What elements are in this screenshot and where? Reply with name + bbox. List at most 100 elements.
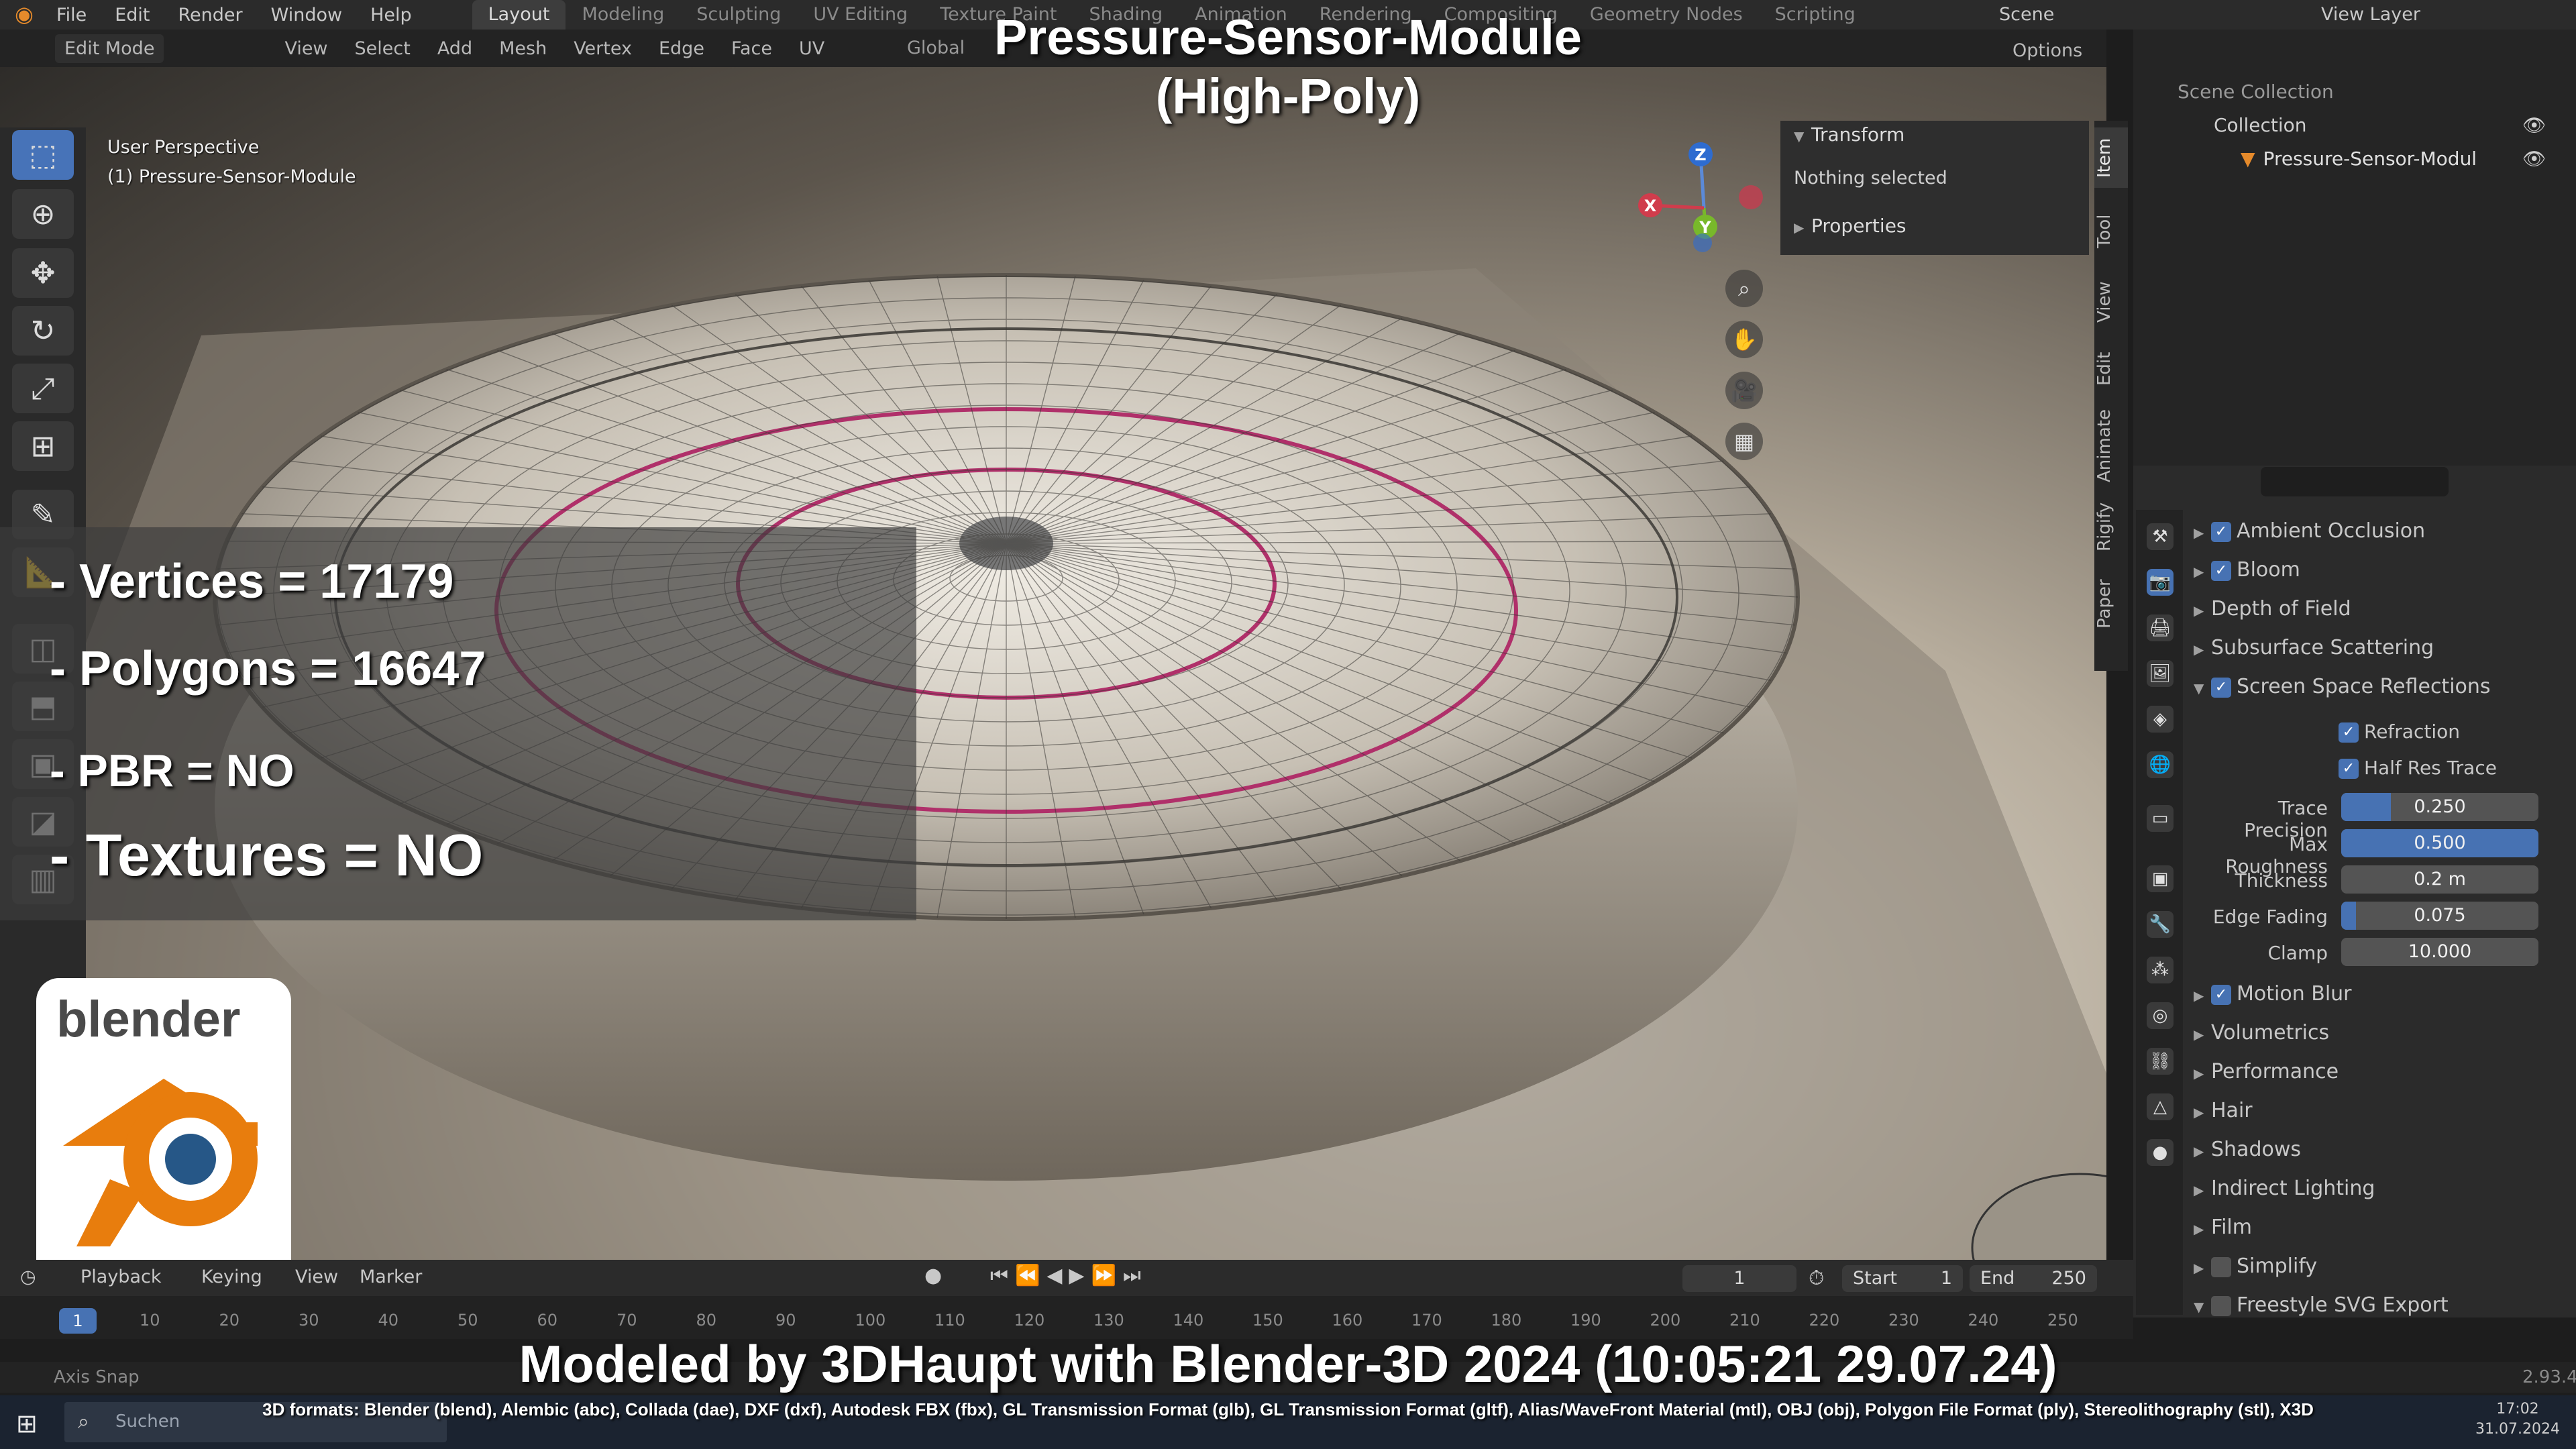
field-thickness[interactable]: 0.2 m: [2341, 865, 2538, 894]
end-frame-field[interactable]: End 250: [1970, 1265, 2097, 1292]
start-frame-field[interactable]: Start 1: [1842, 1265, 1963, 1292]
panel-film[interactable]: ▶ Film: [2194, 1216, 2252, 1239]
select-box-tool-icon[interactable]: ⬚: [12, 130, 74, 180]
properties-search-input[interactable]: [2261, 467, 2449, 496]
collapsed-arrow-icon: ▶: [2194, 602, 2204, 619]
transform-tool-icon[interactable]: ⊞: [12, 421, 74, 471]
panel-hair[interactable]: ▶ Hair: [2194, 1099, 2253, 1122]
object-item[interactable]: ▼ Pressure-Sensor-Modul: [2241, 148, 2477, 170]
sidebar-tab-item[interactable]: Item: [2094, 127, 2128, 188]
field-clamp[interactable]: 10.000: [2341, 938, 2538, 966]
pan-hand-icon[interactable]: ✋: [1725, 321, 1763, 358]
zoom-icon[interactable]: ⌕: [1725, 270, 1763, 307]
clock-icon[interactable]: ⏱: [1809, 1267, 1824, 1290]
move-tool-icon[interactable]: ✥: [12, 248, 74, 298]
collection-item[interactable]: Collection: [2214, 114, 2307, 136]
collapsed-arrow-icon: ▶: [2194, 1221, 2204, 1237]
sidebar-tab-paper[interactable]: Paper: [2094, 570, 2128, 637]
stat-textures: - Textures = NO: [50, 822, 484, 888]
panel-shadows[interactable]: ▶ Shadows: [2194, 1138, 2301, 1161]
timeline-tick: 190: [1570, 1311, 1601, 1330]
panel-checkbox[interactable]: ✓: [2211, 984, 2231, 1005]
panel-simplify[interactable]: ▶ Simplify: [2194, 1254, 2317, 1278]
field-trace-precision[interactable]: 0.250: [2341, 793, 2538, 821]
object-tab-icon[interactable]: ▣: [2147, 865, 2174, 892]
tool-tab-icon[interactable]: ⚒: [2147, 523, 2174, 550]
field-edge-fading[interactable]: 0.075: [2341, 902, 2538, 930]
panel-bloom[interactable]: ▶ ✓ Bloom: [2194, 558, 2300, 582]
view-layer-tab-icon[interactable]: 🖼: [2147, 660, 2174, 687]
properties-panel-header[interactable]: ▶ Properties: [1794, 215, 1907, 237]
navigation-gizmo[interactable]: Z Y X: [1637, 141, 1771, 275]
timeline-tick: 200: [1650, 1311, 1681, 1330]
option-checkbox[interactable]: ✓: [2339, 722, 2359, 743]
modifier-tab-icon[interactable]: 🔧: [2147, 911, 2174, 938]
material-tab-icon[interactable]: ●: [2147, 1139, 2174, 1166]
end-label: End: [1980, 1268, 2015, 1289]
panel-performance[interactable]: ▶ Performance: [2194, 1060, 2339, 1083]
timeline-tick: 20: [219, 1311, 240, 1330]
panel-depth-of-field[interactable]: ▶ Depth of Field: [2194, 597, 2351, 621]
option-half-res-trace[interactable]: ✓ Half Res Trace: [2339, 757, 2497, 779]
cursor-tool-icon[interactable]: ⊕: [12, 189, 74, 239]
playback-controls-icon[interactable]: ⏮⏪◀▶⏩⏭: [990, 1264, 1148, 1287]
collapsed-arrow-icon: ▶: [2194, 525, 2204, 541]
timeline-tick: 180: [1491, 1311, 1522, 1330]
data-tab-icon[interactable]: △: [2147, 1093, 2174, 1120]
sidebar-tab-view[interactable]: View: [2094, 275, 2128, 329]
current-frame-field[interactable]: 1: [1682, 1265, 1796, 1292]
editor-type-icon[interactable]: ◷: [20, 1267, 36, 1287]
physics-tab-icon[interactable]: ◎: [2147, 1002, 2174, 1029]
sidebar-tab-rigify[interactable]: Rigify: [2094, 496, 2128, 557]
field-value: 0.250: [2414, 796, 2466, 817]
sidebar-tab-tool[interactable]: Tool: [2094, 201, 2128, 262]
scale-tool-icon[interactable]: ⤢: [12, 364, 74, 413]
panel-checkbox[interactable]: ✓: [2211, 677, 2231, 698]
option-refraction[interactable]: ✓ Refraction: [2339, 720, 2460, 743]
option-checkbox[interactable]: ✓: [2339, 759, 2359, 779]
field-max-roughness[interactable]: 0.500: [2341, 829, 2538, 857]
timeline-view-menu[interactable]: View: [295, 1267, 338, 1287]
panel-checkbox[interactable]: ✓: [2211, 521, 2231, 542]
panel-indirect-lighting[interactable]: ▶ Indirect Lighting: [2194, 1177, 2375, 1200]
particles-tab-icon[interactable]: ⁂: [2147, 957, 2174, 983]
field-label: Edge Fading: [2212, 906, 2328, 928]
sidebar-tab-animate[interactable]: Animate: [2094, 409, 2128, 483]
panel-checkbox[interactable]: ✓: [2211, 560, 2231, 581]
collapsed-arrow-icon: ▶: [2194, 987, 2204, 1004]
collapsed-arrow-icon: ▶: [2194, 1104, 2204, 1120]
collection-tab-icon[interactable]: ▭: [2147, 805, 2174, 832]
panel-volumetrics[interactable]: ▶ Volumetrics: [2194, 1021, 2329, 1044]
marker-menu[interactable]: Marker: [360, 1267, 422, 1287]
world-tab-icon[interactable]: 🌐: [2147, 751, 2174, 778]
keying-menu[interactable]: Keying: [201, 1267, 262, 1287]
scene-tab-icon[interactable]: ◈: [2147, 706, 2174, 733]
visibility-eye-icon[interactable]: 👁: [2522, 148, 2546, 170]
panel-label: Subsurface Scattering: [2211, 636, 2434, 659]
panel-motion-blur[interactable]: ▶ ✓ Motion Blur: [2194, 982, 2352, 1006]
collapsed-arrow-icon: ▶: [2194, 1182, 2204, 1198]
panel-checkbox[interactable]: [2211, 1256, 2231, 1277]
playback-menu[interactable]: Playback: [80, 1267, 161, 1287]
rotate-tool-icon[interactable]: ↻: [12, 306, 74, 356]
timeline-tick: 170: [1411, 1311, 1442, 1330]
viewport-info: User Perspective (1) Pressure-Sensor-Mod…: [107, 133, 356, 192]
output-tab-icon[interactable]: 🖨: [2147, 614, 2174, 641]
timeline-tick: 60: [537, 1311, 558, 1330]
sidebar-tab-edit[interactable]: Edit: [2094, 342, 2128, 396]
playhead-indicator[interactable]: 1: [59, 1308, 97, 1334]
record-icon[interactable]: ●: [924, 1264, 942, 1287]
transform-panel-header[interactable]: ▼ Transform: [1794, 123, 1904, 146]
field-label: Thickness: [2235, 869, 2328, 892]
ortho-grid-icon[interactable]: ▦: [1725, 423, 1763, 460]
render-tab-icon[interactable]: 📷: [2147, 569, 2174, 596]
camera-view-icon[interactable]: 🎥: [1725, 372, 1763, 409]
panel-subsurface-scattering[interactable]: ▶ Subsurface Scattering: [2194, 636, 2434, 659]
panel-freestyle-svg-export[interactable]: ▼ Freestyle SVG Export: [2194, 1293, 2449, 1317]
panel-ambient-occlusion[interactable]: ▶ ✓ Ambient Occlusion: [2194, 519, 2425, 543]
constraints-tab-icon[interactable]: ⛓: [2147, 1048, 2174, 1075]
timeline-tick: 160: [1332, 1311, 1363, 1330]
panel-checkbox[interactable]: [2211, 1295, 2231, 1316]
visibility-eye-icon[interactable]: 👁: [2522, 114, 2546, 136]
panel-screen-space-reflections[interactable]: ▼ ✓ Screen Space Reflections: [2194, 675, 2491, 698]
